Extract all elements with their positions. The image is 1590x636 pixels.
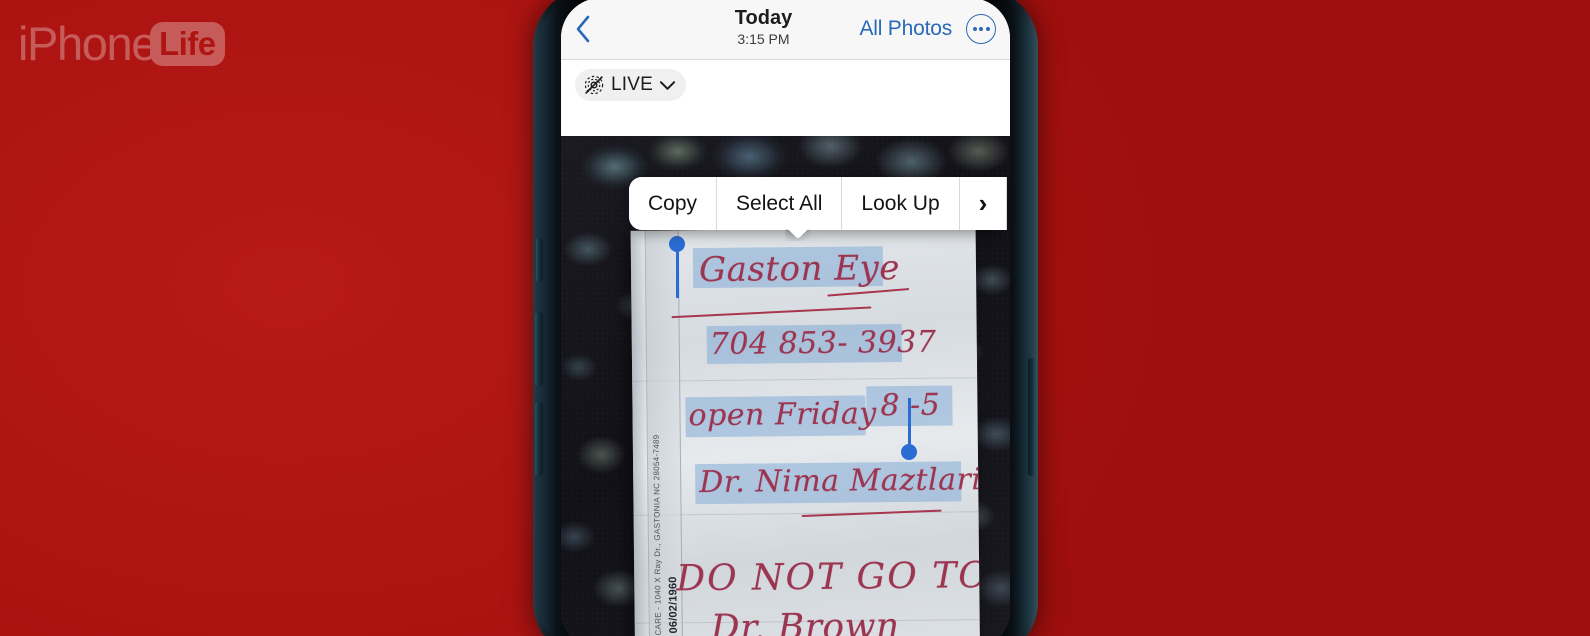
- context-menu-item-copy[interactable]: Copy: [629, 177, 718, 230]
- note-underline: [801, 509, 942, 517]
- context-menu-next-page-chevron-right-icon[interactable]: ›: [959, 177, 1008, 230]
- selection-handle-bar: [675, 244, 679, 298]
- volume-up-button[interactable]: [535, 312, 543, 386]
- note-underline: [827, 288, 910, 297]
- navbar-right-actions: All Photos: [859, 13, 996, 44]
- chevron-down-icon: [659, 80, 676, 90]
- more-options-icon[interactable]: [966, 13, 996, 44]
- handwriting-line: Gaston Eye: [698, 248, 901, 291]
- text-selection-context-menu: Copy Select All Look Up ›: [629, 177, 1008, 230]
- silent-switch-button[interactable]: [536, 238, 543, 282]
- chevron-left-icon: [576, 15, 590, 42]
- handwriting-line: open Friday: [688, 396, 877, 434]
- context-menu-item-look-up[interactable]: Look Up: [842, 177, 960, 230]
- power-button[interactable]: [1028, 358, 1036, 476]
- back-button[interactable]: [575, 9, 611, 49]
- selection-handle-knob: [901, 444, 917, 460]
- handwriting-line: Dr. Nima Maztlari: [699, 462, 981, 501]
- ellipsis-dot: [979, 26, 983, 31]
- live-photo-badge[interactable]: LIVE: [575, 69, 686, 101]
- selection-end-handle[interactable]: [901, 398, 917, 460]
- all-photos-button[interactable]: All Photos: [859, 17, 952, 41]
- photo-viewer[interactable]: NG TERM CARE - 1040 X Ray Dr., GASTONIA …: [561, 136, 1010, 636]
- ellipsis-dot: [985, 26, 990, 31]
- context-menu-item-select-all[interactable]: Select All: [717, 177, 843, 230]
- live-label: LIVE: [611, 74, 653, 95]
- handwriting-line: Dr. Brown: [710, 606, 900, 636]
- iphone-device: Today 3:15 PM All Photos LIVE NG TERM CA…: [533, 0, 1038, 636]
- volume-down-button[interactable]: [535, 402, 543, 476]
- ellipsis-dot: [972, 26, 977, 31]
- note-underline: [671, 306, 872, 319]
- live-photo-off-icon: [584, 75, 604, 95]
- context-menu-pointer-arrow: [785, 229, 811, 241]
- handwriting-line: DO NOT GO TO: [676, 555, 981, 600]
- note-crease: [632, 377, 978, 382]
- handwriting-line: 704 853- 3937: [709, 324, 937, 362]
- note-printed-address: NG TERM CARE - 1040 X Ray Dr., GASTONIA …: [651, 434, 664, 636]
- phone-screen: Today 3:15 PM All Photos LIVE NG TERM CA…: [561, 0, 1010, 636]
- selection-start-handle[interactable]: [669, 236, 685, 298]
- live-photo-toolbar: LIVE: [561, 60, 1010, 136]
- photos-navigation-bar: Today 3:15 PM All Photos: [561, 0, 1010, 60]
